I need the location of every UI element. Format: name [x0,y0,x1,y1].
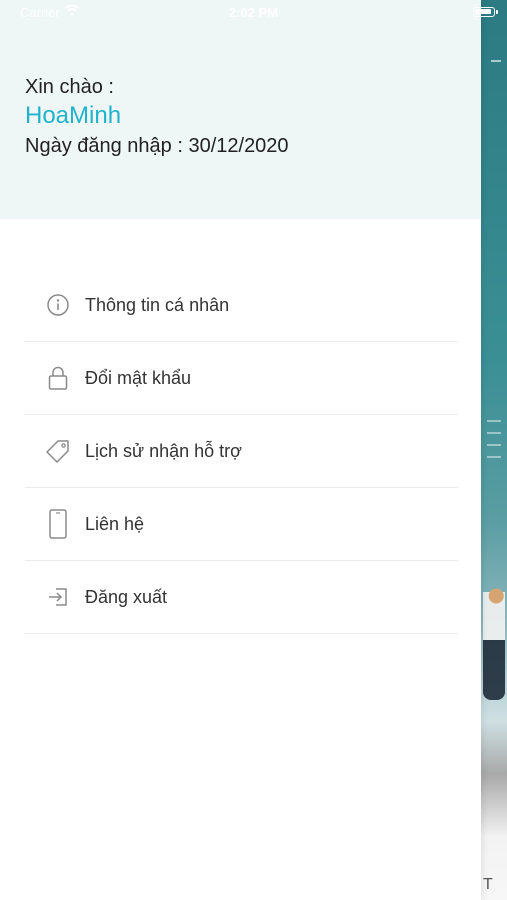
menu-item-change-password[interactable]: Đổi mật khẩu [25,342,458,415]
info-icon [45,292,71,318]
tag-icon [45,438,71,464]
drawer-header: Xin chào : HoaMinh Ngày đăng nhập : 30/1… [0,0,481,219]
menu-item-logout[interactable]: Đăng xuất [25,561,458,634]
menu-item-contact[interactable]: Liên hệ [25,488,458,561]
background-stripe [487,432,501,434]
background-tab-label: T [483,876,493,893]
background-illustration [483,570,505,700]
logout-icon [45,584,71,610]
status-bar: Carrier 2:02 PM [0,0,507,28]
greeting-text: Xin chào : [25,76,114,98]
lock-icon [45,365,71,391]
login-date: Ngày đăng nhập : 30/12/2020 [25,135,289,157]
menu-item-support-history[interactable]: Lịch sử nhận hỗ trợ [25,415,458,488]
battery-tip [496,10,498,14]
menu-item-label: Đăng xuất [85,586,168,607]
menu-item-label: Thông tin cá nhân [85,294,230,315]
username: HoaMinh [25,102,122,129]
menu-item-label: Đổi mật khẩu [85,367,192,388]
background-stripe [487,456,501,458]
menu-item-label: Lịch sử nhận hỗ trợ [85,440,242,461]
menu-item-label: Liên hệ [85,513,145,534]
drawer-menu: Thông tin cá nhân Đổi mật khẩu Lịch sử n… [25,269,458,634]
background-app-mark [491,60,501,62]
background-stripe [487,444,501,446]
background-stripe [487,420,501,422]
background-app-peek[interactable]: T [481,0,507,900]
battery-icon [473,7,495,17]
menu-item-personal-info[interactable]: Thông tin cá nhân [25,269,458,342]
phone-icon [45,509,71,539]
clock-time: 2:02 PM [228,5,279,20]
side-drawer: Xin chào : HoaMinh Ngày đăng nhập : 30/1… [0,0,481,900]
